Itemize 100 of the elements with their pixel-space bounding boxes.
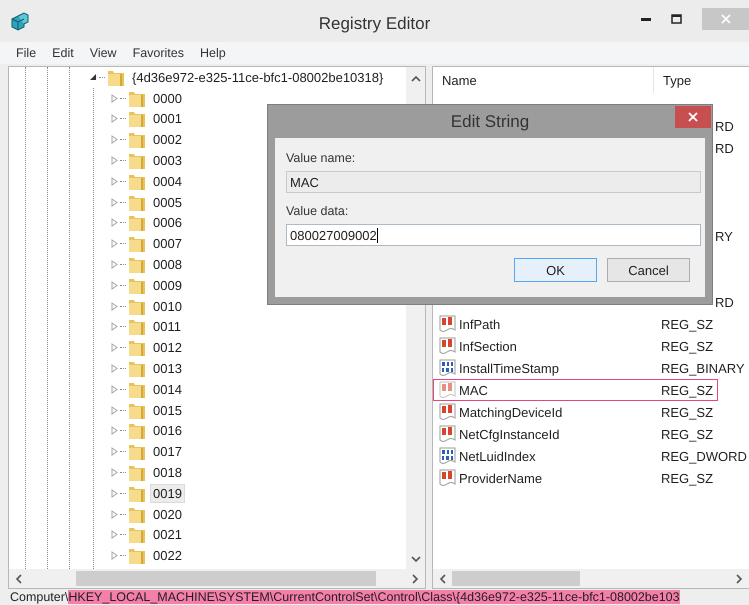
expand-arrow-icon[interactable] [111,406,118,415]
tree-item[interactable]: 0021 [150,525,185,544]
menu-item[interactable]: File [8,46,44,60]
value-type: RD [715,118,734,134]
tree-item[interactable]: 0011 [150,317,184,336]
dialog-title: Edit String [450,112,530,132]
expand-arrow-icon[interactable] [111,322,118,332]
tree-item[interactable]: 0017 [150,442,185,462]
folder-icon [128,546,146,566]
value-name[interactable]: InstallTimeStamp [459,360,559,376]
expand-arrow-icon[interactable] [111,384,118,394]
menu-item[interactable]: Edit [44,46,82,60]
tree-item[interactable]: 0015 [150,400,185,420]
expand-arrow-icon[interactable] [111,426,118,436]
close-button[interactable] [675,106,711,128]
scroll-down-icon[interactable] [410,556,420,563]
expand-arrow-icon[interactable] [111,488,118,498]
dialog-button[interactable]: Cancel [607,258,690,282]
expand-arrow-icon[interactable] [111,530,118,540]
expand-arrow-icon[interactable] [111,239,118,248]
value-type: REG_SZ [660,404,714,420]
value-type: RD [715,294,734,310]
expand-arrow-icon[interactable] [111,302,118,311]
registry-cubes-icon [9,11,29,31]
value-name[interactable]: NetLuidIndex [459,448,536,464]
expand-arrow-icon[interactable] [111,218,118,228]
expand-arrow-icon[interactable] [111,447,118,456]
expand-arrow-icon[interactable] [111,135,118,144]
tree-item[interactable]: 0004 [150,172,185,191]
binary-value-icon [439,359,456,377]
folder-icon [128,442,146,462]
value-name-field[interactable]: MAC [286,171,701,193]
string-value-icon [439,469,456,487]
expand-arrow-icon[interactable] [111,468,118,478]
tree-item[interactable]: 0003 [150,151,185,170]
folder-icon [128,255,146,274]
tree-item[interactable]: 0010 [150,296,185,316]
scroll-up-icon[interactable] [410,75,420,82]
expand-arrow-icon[interactable] [111,198,118,207]
column-header[interactable]: Name [433,67,654,93]
tree-item[interactable]: 0020 [150,504,185,524]
tree-item[interactable]: 0002 [150,130,185,150]
tree-item[interactable]: 0001 [150,109,185,128]
tree-item[interactable]: 0014 [150,380,185,399]
value-type: REG_SZ [660,316,714,332]
tree-item[interactable]: 0006 [150,213,185,232]
expand-arrow-icon[interactable] [111,94,118,103]
tree-item[interactable]: 0013 [150,359,185,378]
expand-arrow-icon[interactable] [111,280,118,290]
collapse-arrow-icon[interactable] [89,73,97,82]
tree-item[interactable]: 0007 [150,234,185,254]
tree-item[interactable]: {4d36e972-e325-11ce-bfc1-08002be10318} [129,68,386,87]
tree-item[interactable]: 0022 [150,546,185,566]
value-data-field[interactable]: 080027009002 [286,224,701,246]
string-value-icon [439,337,456,355]
value-name[interactable]: InfSection [459,338,517,354]
scroll-right-icon[interactable] [736,574,743,584]
close-icon [720,14,730,24]
scroll-left-icon[interactable] [439,574,446,584]
scroll-right-icon[interactable] [412,574,419,584]
tree-item[interactable]: 0019 [150,484,185,503]
value-name[interactable]: ProviderName [459,470,542,486]
expand-arrow-icon[interactable] [111,510,118,519]
value-name[interactable]: MAC [459,382,488,398]
value-name[interactable]: NetCfgInstanceId [459,426,560,442]
menu-item[interactable]: Favorites [124,46,192,60]
horizontal-scrollbar[interactable] [9,569,425,588]
expand-arrow-icon[interactable] [111,260,118,270]
tree-item[interactable]: 0009 [150,276,185,295]
tree-item[interactable]: 0000 [150,88,185,108]
tree-item[interactable]: 0005 [150,192,185,212]
tree-item[interactable]: 0012 [150,338,185,358]
scroll-thumb[interactable] [452,571,580,586]
tree-item[interactable]: 0016 [150,421,185,440]
folder-icon [128,109,146,128]
expand-arrow-icon[interactable] [111,176,118,186]
expand-arrow-icon[interactable] [111,551,118,560]
maximize-icon[interactable] [671,14,682,24]
value-name[interactable]: MatchingDeviceId [459,404,562,420]
menu-item[interactable]: Help [192,46,234,60]
expand-arrow-icon[interactable] [111,114,118,124]
dialog-button[interactable]: OK [514,258,597,282]
scroll-left-icon[interactable] [15,574,22,584]
value-type: REG_SZ [660,338,714,354]
value-name[interactable]: InfPath [459,316,500,332]
folder-icon [128,338,146,358]
column-header[interactable]: Type [654,67,749,93]
tree-item[interactable]: 0008 [150,255,185,274]
value-type: REG_SZ [660,470,714,486]
expand-arrow-icon[interactable] [111,156,118,166]
expand-arrow-icon[interactable] [111,364,118,374]
menu-item[interactable]: View [82,46,125,60]
folder-icon [128,463,146,482]
field-label: Value name: [286,151,356,165]
string-value-icon [439,381,456,399]
tree-item[interactable]: 0018 [150,463,185,482]
minimize-icon[interactable] [641,18,651,20]
scroll-thumb[interactable] [76,571,376,586]
folder-icon [128,130,146,150]
expand-arrow-icon[interactable] [111,343,118,352]
